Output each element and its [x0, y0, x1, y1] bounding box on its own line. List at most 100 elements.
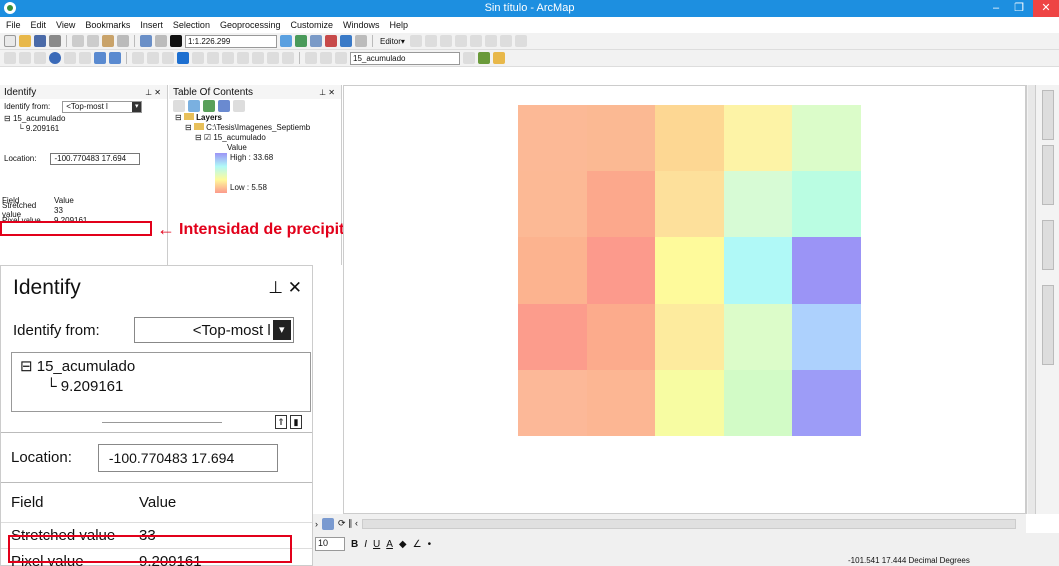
- measure-icon[interactable]: [207, 52, 219, 64]
- raster-cell[interactable]: [586, 237, 656, 304]
- open-icon[interactable]: [19, 35, 31, 47]
- tree-value-item[interactable]: └ 9.209161: [20, 377, 302, 397]
- raster-cell[interactable]: [586, 171, 656, 238]
- save-icon[interactable]: [34, 35, 46, 47]
- create-viewer-icon[interactable]: [282, 52, 294, 64]
- location-field[interactable]: -100.770483 17.694: [97, 443, 278, 472]
- raster-cell[interactable]: [792, 105, 861, 172]
- select-elements-icon[interactable]: [162, 52, 174, 64]
- full-extent-icon[interactable]: [49, 52, 61, 64]
- raster-cell[interactable]: [792, 171, 861, 238]
- refresh-icon[interactable]: ⟳ ∥ ‹: [338, 518, 358, 529]
- raster-cell[interactable]: [792, 369, 861, 436]
- forward-icon[interactable]: [109, 52, 121, 64]
- fixed-zoom-out-icon[interactable]: [79, 52, 91, 64]
- minimize-button[interactable]: –: [985, 0, 1007, 17]
- data-view-icon[interactable]: ›: [315, 519, 318, 529]
- clear-selection-icon[interactable]: [147, 52, 159, 64]
- horizontal-scrollbar[interactable]: [362, 518, 1016, 529]
- search-window-icon[interactable]: [325, 35, 337, 47]
- menu-insert[interactable]: Insert: [140, 20, 163, 30]
- python-icon[interactable]: [355, 35, 367, 47]
- layer-select[interactable]: 15_acumulado: [350, 51, 460, 65]
- pin-icon[interactable]: ⊥ ✕: [319, 88, 335, 97]
- bold-icon[interactable]: B: [351, 539, 358, 550]
- classify-icon[interactable]: [478, 52, 490, 64]
- raster-cell[interactable]: [723, 303, 793, 370]
- identify-icon[interactable]: [177, 52, 189, 64]
- raster-cell[interactable]: [723, 171, 793, 238]
- sketch-properties-icon[interactable]: [514, 35, 527, 47]
- menu-windows[interactable]: Windows: [343, 20, 380, 30]
- menu-help[interactable]: Help: [390, 20, 409, 30]
- line-color-icon[interactable]: ∠: [413, 539, 422, 550]
- menu-bookmarks[interactable]: Bookmarks: [85, 20, 130, 30]
- zoom-out-icon[interactable]: [19, 52, 31, 64]
- raster-cell[interactable]: [518, 237, 587, 304]
- straight-segment-icon[interactable]: [439, 35, 452, 47]
- raster-cell[interactable]: [655, 171, 724, 238]
- raster-cell[interactable]: [792, 303, 861, 370]
- new-icon[interactable]: [4, 35, 16, 47]
- edit-tool-icon[interactable]: [409, 35, 422, 47]
- print-icon[interactable]: [49, 35, 61, 47]
- arctoolbox-tab[interactable]: [1042, 220, 1054, 270]
- effects-icon[interactable]: [320, 52, 332, 64]
- time-slider-icon[interactable]: [267, 52, 279, 64]
- toc-window-icon[interactable]: [295, 35, 307, 47]
- add-data-icon[interactable]: [170, 35, 182, 47]
- list-by-selection-icon[interactable]: [218, 100, 230, 112]
- chevron-down-icon[interactable]: ▾: [272, 320, 291, 340]
- fixed-zoom-in-icon[interactable]: [64, 52, 76, 64]
- identify-from-select[interactable]: <Top-most l ▾: [133, 317, 294, 343]
- rotate-icon[interactable]: [484, 35, 497, 47]
- menu-edit[interactable]: Edit: [31, 20, 47, 30]
- undo-icon[interactable]: [140, 35, 152, 47]
- raster-layer[interactable]: [518, 105, 861, 436]
- vertical-scrollbar[interactable]: [1028, 85, 1036, 514]
- map-display[interactable]: [343, 85, 1026, 514]
- pan-icon[interactable]: [34, 52, 46, 64]
- list-by-visibility-icon[interactable]: [203, 100, 215, 112]
- layers-node[interactable]: ⊟ Layers: [175, 113, 341, 123]
- find-route-icon[interactable]: [237, 52, 249, 64]
- menu-selection[interactable]: Selection: [173, 20, 210, 30]
- location-field[interactable]: -100.770483 17.694: [50, 152, 141, 165]
- copy-icon[interactable]: [87, 35, 99, 47]
- select-features-icon[interactable]: [132, 52, 144, 64]
- menu-view[interactable]: View: [56, 20, 75, 30]
- raster-cell[interactable]: [518, 369, 587, 436]
- expand-icon[interactable]: ⇑: [275, 415, 287, 429]
- histogram-icon[interactable]: [463, 52, 475, 64]
- search-tab[interactable]: [1042, 145, 1054, 205]
- chart-icon[interactable]: [493, 52, 505, 64]
- tree-layer-item[interactable]: ⊟ 15_acumulado: [4, 114, 167, 124]
- options-icon[interactable]: [233, 100, 245, 112]
- raster-cell[interactable]: [723, 369, 793, 436]
- raster-cell[interactable]: [586, 105, 656, 172]
- goto-xy-icon[interactable]: [252, 52, 264, 64]
- menu-file[interactable]: File: [6, 20, 21, 30]
- georef-icon[interactable]: [305, 52, 317, 64]
- identify-from-select[interactable]: <Top-most l ▾: [62, 100, 143, 113]
- html-popup-icon[interactable]: [192, 52, 204, 64]
- zoom-in-icon[interactable]: [4, 52, 16, 64]
- delete-icon[interactable]: [117, 35, 129, 47]
- arctoolbox-icon[interactable]: [340, 35, 352, 47]
- italic-icon[interactable]: I: [364, 539, 367, 550]
- marker-color-icon[interactable]: •: [428, 539, 432, 550]
- raster-cell[interactable]: [518, 105, 587, 172]
- raster-cell[interactable]: [586, 369, 656, 436]
- folder-node[interactable]: ⊟ C:\Tesis\Imagenes_Septiemb: [175, 123, 341, 133]
- find-icon[interactable]: [222, 52, 234, 64]
- pin-icon[interactable]: ⊥ ✕: [268, 278, 302, 298]
- layout-icon[interactable]: ▮: [290, 415, 302, 429]
- editor-menu[interactable]: Editor▾: [378, 37, 407, 46]
- catalog-tab[interactable]: [1042, 90, 1054, 140]
- chevron-down-icon[interactable]: ▾: [132, 101, 142, 112]
- menu-geoprocessing[interactable]: Geoprocessing: [220, 20, 281, 30]
- paste-icon[interactable]: [102, 35, 114, 47]
- raster-cell[interactable]: [792, 237, 861, 304]
- raster-cell[interactable]: [723, 105, 793, 172]
- split-icon[interactable]: [469, 35, 482, 47]
